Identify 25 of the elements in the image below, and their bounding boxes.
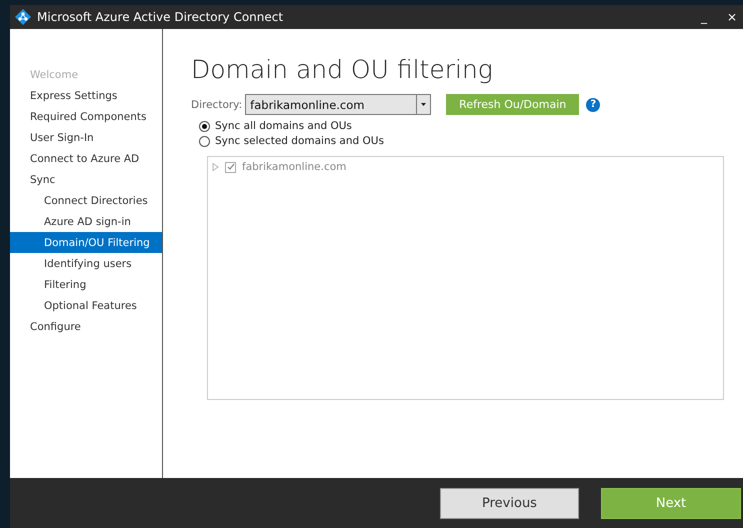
diamond-logo-icon	[15, 9, 31, 25]
sidebar-item[interactable]: Express Settings	[10, 85, 162, 106]
sidebar-item[interactable]: Configure	[10, 316, 162, 337]
help-icon[interactable]: ?	[586, 98, 600, 112]
sidebar-item[interactable]: Azure AD sign-in	[10, 211, 162, 232]
window-title: Microsoft Azure Active Directory Connect	[37, 10, 284, 24]
sidebar-item[interactable]: Filtering	[10, 274, 162, 295]
close-button[interactable]: ×	[721, 10, 743, 24]
radio-button[interactable]	[199, 120, 210, 132]
sidebar-item[interactable]: Connect to Azure AD	[10, 148, 162, 169]
previous-button[interactable]: Previous	[440, 488, 579, 518]
radio-option[interactable]: Sync selected domains and OUs	[199, 135, 727, 147]
sidebar-item[interactable]: Identifying users	[10, 253, 162, 274]
sidebar-item[interactable]: Optional Features	[10, 295, 162, 316]
radio-option[interactable]: Sync all domains and OUs	[199, 120, 727, 132]
directory-label: Directory:	[191, 98, 242, 110]
minimize-button[interactable]: _	[693, 10, 715, 24]
sidebar-item[interactable]: Sync	[10, 169, 162, 190]
sidebar-item[interactable]: User Sign-In	[10, 127, 162, 148]
sidebar-item[interactable]: Connect Directories	[10, 190, 162, 211]
directory-dropdown[interactable]: fabrikamonline.com	[245, 94, 432, 115]
sidebar-item[interactable]: Required Components	[10, 106, 162, 127]
page-heading: Domain and OU filtering	[191, 55, 494, 84]
radio-button[interactable]	[199, 136, 210, 146]
sidebar-item[interactable]: Domain/OU Filtering	[10, 232, 162, 253]
